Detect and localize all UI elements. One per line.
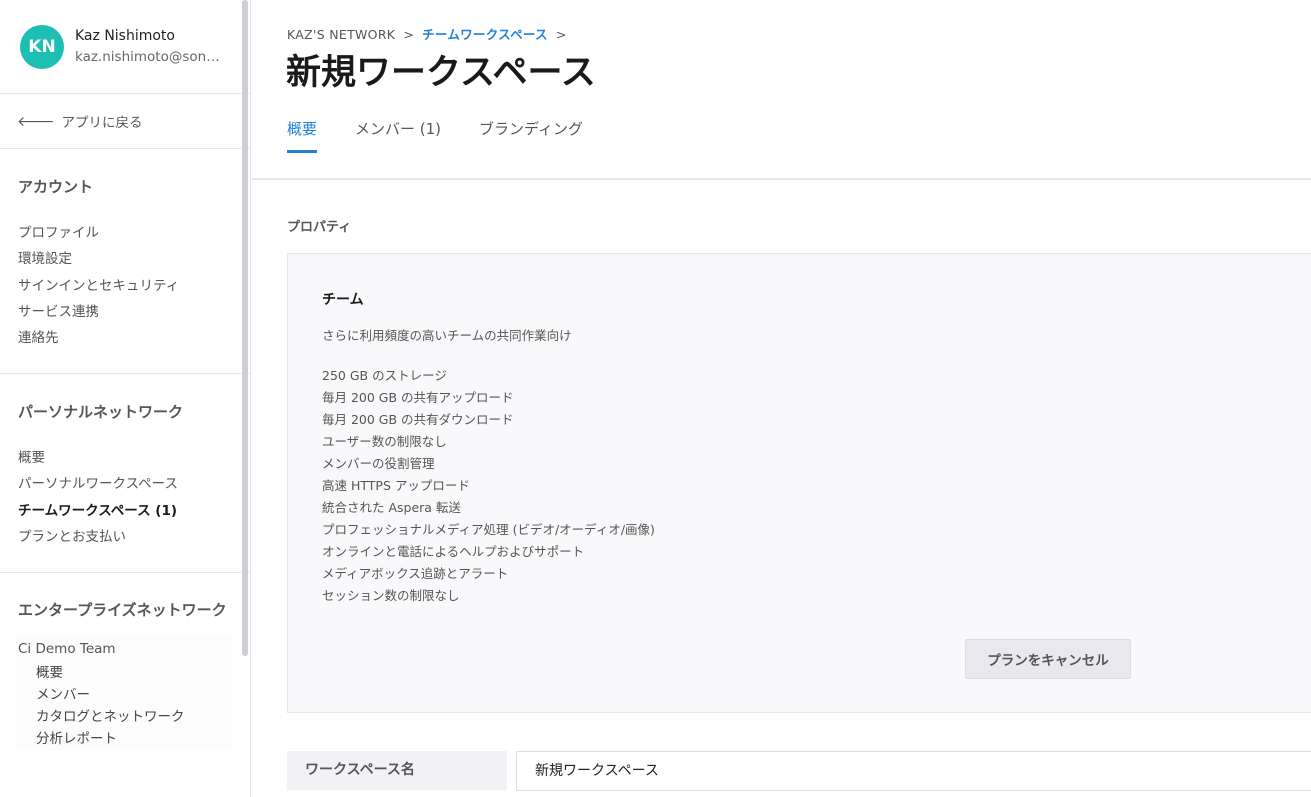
cancel-plan-button[interactable]: プランをキャンセル	[965, 639, 1131, 679]
plan-feature: 250 GB のストレージ	[322, 368, 447, 383]
plan-feature: セッション数の制限なし	[322, 588, 460, 603]
enterprise-network-title: エンタープライズネットワーク	[18, 601, 227, 619]
sidebar-item-overview[interactable]: 概要	[18, 445, 232, 471]
sidebar-item-contacts[interactable]: 連絡先	[18, 325, 232, 351]
plan-feature: ユーザー数の制限なし	[322, 434, 447, 449]
sidebar-subitem-members[interactable]: メンバー	[18, 684, 232, 706]
tab-members[interactable]: メンバー (1)	[355, 118, 441, 153]
arrow-left-icon: 🡐	[17, 113, 55, 130]
sidebar-subitem-analytics[interactable]: 分析レポート	[18, 728, 232, 750]
plan-card: チーム さらに利用頻度の高いチームの共同作業向け 250 GB のストレージ 毎…	[287, 253, 1311, 713]
page-title: 新規ワークスペース	[286, 53, 596, 93]
plan-feature: オンラインと電話によるヘルプおよびサポート	[322, 544, 585, 559]
enterprise-network-section: エンタープライズネットワーク Ci Demo Team 概要 メンバー カタログ…	[0, 573, 250, 751]
plan-feature: 統合された Aspera 転送	[322, 500, 461, 515]
breadcrumb-separator: >	[555, 27, 567, 42]
account-section-title: アカウント	[18, 178, 94, 196]
sidebar-item-profile[interactable]: プロファイル	[18, 220, 232, 246]
plan-feature: メディアボックス追跡とアラート	[322, 566, 509, 581]
page-header: KAZ'S NETWORK > チームワークスペース > 新規ワークスペース 概要 メ…	[252, 0, 1311, 180]
plan-description: さらに利用頻度の高いチームの共同作業向け	[322, 328, 572, 343]
breadcrumb: KAZ'S NETWORK > チームワークスペース >	[287, 24, 575, 43]
sidebar-item-plans-billing[interactable]: プランとお支払い	[18, 524, 232, 550]
back-to-app-link[interactable]: 🡐 アプリに戻る	[0, 94, 250, 149]
sidebar-item-team-workspace[interactable]: チームワークスペース (1)	[18, 498, 232, 524]
workspace-name-input[interactable]: 新規ワークスペース	[516, 751, 1311, 791]
personal-network-section: パーソナルネットワーク 概要 パーソナルワークスペース チームワークスペース (…	[0, 374, 250, 573]
tab-overview[interactable]: 概要	[287, 118, 318, 153]
plan-feature: 高速 HTTPS アップロード	[322, 478, 470, 493]
user-info: Kaz Nishimoto kaz.nishimoto@sonyoneco.co…	[75, 28, 221, 65]
sidebar-scrollbar[interactable]	[242, 0, 248, 656]
user-email: kaz.nishimoto@sonyoneco.com	[75, 49, 221, 65]
sidebar-subitem-catalog-network[interactable]: カタログとネットワーク	[18, 706, 232, 728]
main-content: KAZ'S NETWORK > チームワークスペース > 新規ワークスペース 概要 メ…	[252, 0, 1311, 797]
sidebar-item-service-integration[interactable]: サービス連携	[18, 299, 232, 325]
sidebar-item-team-name[interactable]: Ci Demo Team	[18, 636, 232, 662]
back-to-app-label: アプリに戻る	[61, 115, 143, 131]
plan-feature: 毎月 200 GB の共有アップロード	[322, 390, 514, 405]
tab-bar: 概要 メンバー (1) ブランディング	[287, 118, 621, 153]
plan-name: チーム	[322, 292, 364, 308]
avatar: KN	[20, 24, 64, 69]
user-profile[interactable]: KN Kaz Nishimoto kaz.nishimoto@sonyoneco…	[0, 0, 250, 94]
breadcrumb-team-workspace-link[interactable]: チームワークスペース	[422, 27, 548, 42]
plan-features-list: 250 GB のストレージ 毎月 200 GB の共有アップロード 毎月 200…	[322, 365, 655, 607]
plan-feature: メンバーの役割管理	[322, 456, 435, 471]
tab-branding[interactable]: ブランディング	[479, 118, 583, 153]
plan-feature: プロフェッショナルメディア処理 (ビデオ/オーディオ/画像)	[322, 522, 655, 537]
plan-feature: 毎月 200 GB の共有ダウンロード	[322, 412, 514, 427]
sidebar-subitem-overview[interactable]: 概要	[18, 662, 232, 684]
personal-network-title: パーソナルネットワーク	[18, 403, 184, 421]
sidebar: KN Kaz Nishimoto kaz.nishimoto@sonyoneco…	[0, 0, 251, 797]
user-name: Kaz Nishimoto	[75, 28, 175, 44]
breadcrumb-separator: >	[403, 27, 415, 42]
workspace-name-label: ワークスペース名	[287, 751, 507, 790]
account-section: アカウント プロファイル 環境設定 サインインとセキュリティ サービス連携 連絡…	[0, 149, 250, 374]
sidebar-item-personal-workspace[interactable]: パーソナルワークスペース	[18, 471, 232, 497]
team-block: Ci Demo Team 概要 メンバー カタログとネットワーク 分析レポート	[16, 636, 232, 751]
properties-heading: プロパティ	[287, 220, 352, 235]
sidebar-item-signin-security[interactable]: サインインとセキュリティ	[18, 273, 232, 299]
sidebar-item-preferences[interactable]: 環境設定	[18, 246, 232, 272]
breadcrumb-root[interactable]: KAZ'S NETWORK	[287, 27, 395, 42]
